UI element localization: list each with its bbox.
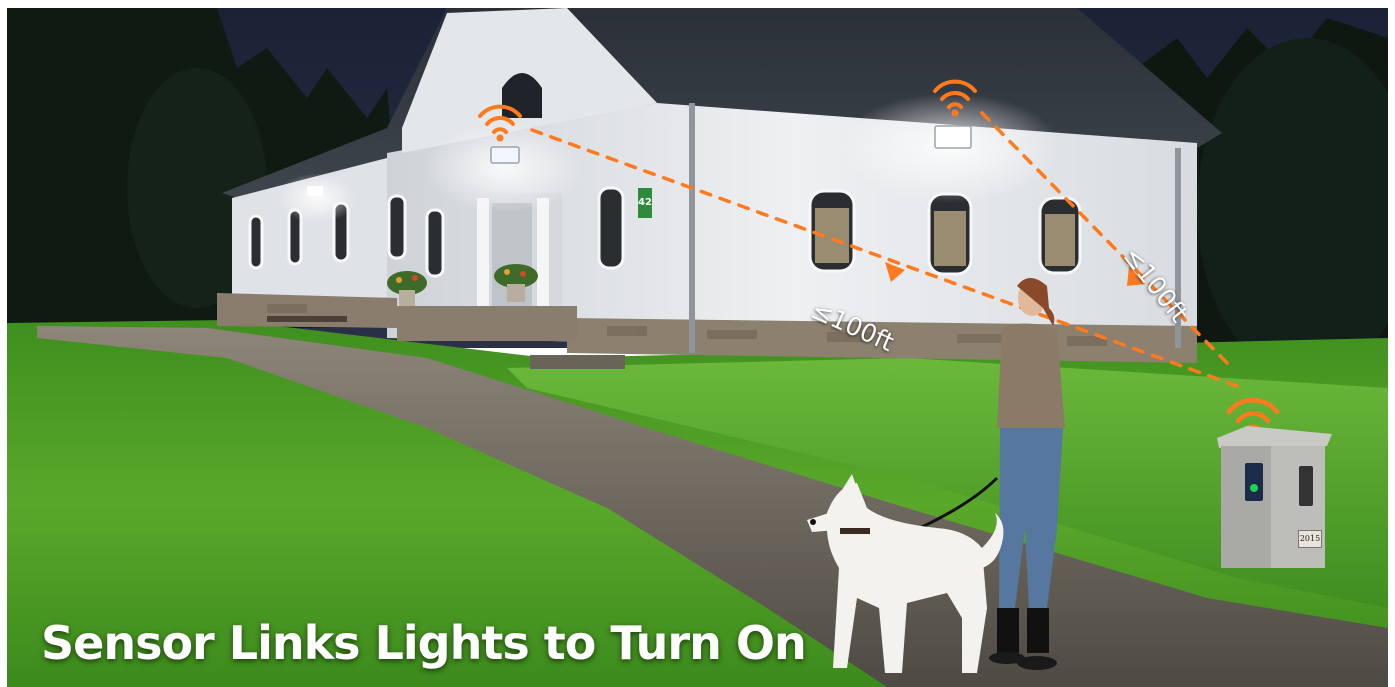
headline: Sensor Links Lights to Turn On — [41, 616, 807, 670]
flood-light-icon — [490, 146, 520, 164]
house-number-plate: 42 — [638, 188, 652, 218]
flood-light-icon — [307, 186, 323, 196]
scene-illustration — [7, 8, 1388, 687]
sensor-post-plate: 2015 — [1298, 530, 1322, 548]
flood-light-icon — [934, 125, 972, 149]
bench — [530, 355, 625, 369]
night-house-scene: ≤100ft ≤100ft 42 2015 Sensor Links Light… — [7, 8, 1388, 687]
